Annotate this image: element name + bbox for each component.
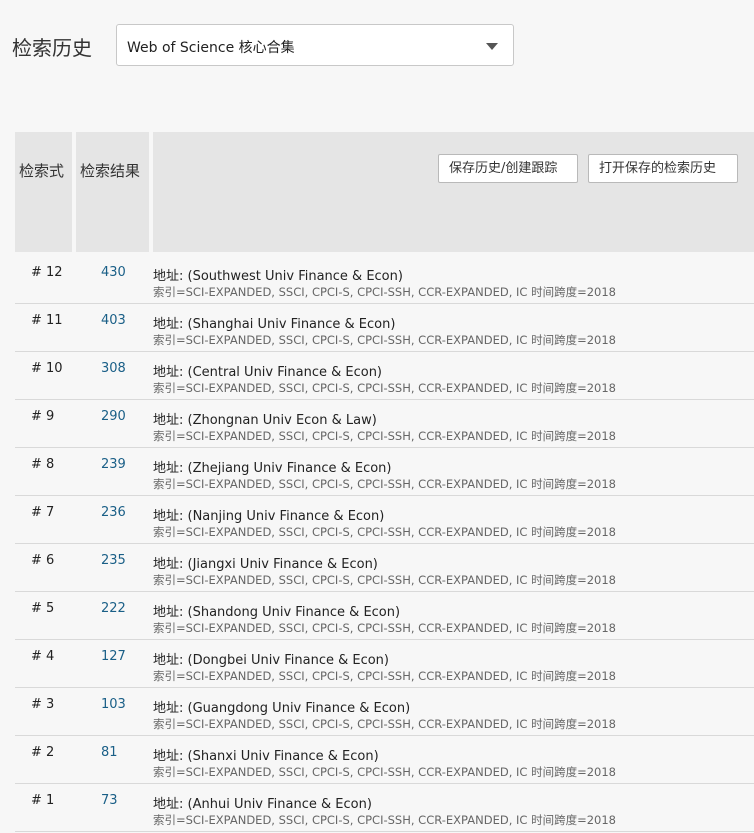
result-count-link[interactable]: 236 [101,505,126,520]
column-header-query-label: 检索式 [19,162,65,180]
search-settings-text: 索引=SCI-EXPANDED, SSCI, CPCI-S, CPCI-SSH,… [153,573,616,587]
history-row: # 3 103 地址: (Guangdong Univ Finance & Econ… [15,688,754,736]
history-row: # 8 239 地址: (Zhejiang Univ Finance & Econ)… [15,448,754,496]
search-settings-text: 索引=SCI-EXPANDED, SSCI, CPCI-S, CPCI-SSH,… [153,285,616,299]
search-query-text: 地址: (Guangdong Univ Finance & Econ) [153,701,411,716]
search-set-number: # 12 [31,265,63,280]
history-row: # 4 127 地址: (Dongbei Univ Finance & Econ) 索… [15,640,754,688]
search-settings-text: 索引=SCI-EXPANDED, SSCI, CPCI-S, CPCI-SSH,… [153,765,616,779]
history-row: # 2 81 地址: (Shanxi Univ Finance & Econ) 索引=… [15,736,754,784]
search-set-number: # 11 [31,313,63,328]
database-select[interactable]: Web of Science 核心合集 [116,24,514,66]
search-query-text: 地址: (Zhongnan Univ Econ & Law) [153,413,377,428]
search-set-number: # 2 [31,745,55,760]
history-row: # 12 430 地址: (Southwest Univ Finance & Eco… [15,256,754,304]
column-header-results: 检索结果 [76,132,149,252]
result-count-link[interactable]: 103 [101,697,126,712]
history-row: # 7 236 地址: (Nanjing Univ Finance & Econ) 索… [15,496,754,544]
search-query-text: 地址: (Shandong Univ Finance & Econ) [153,605,401,620]
search-settings-text: 索引=SCI-EXPANDED, SSCI, CPCI-S, CPCI-SSH,… [153,717,616,731]
result-count-link[interactable]: 403 [101,313,126,328]
search-settings-text: 索引=SCI-EXPANDED, SSCI, CPCI-S, CPCI-SSH,… [153,333,616,347]
save-history-button[interactable]: 保存历史/创建跟踪 [438,154,578,183]
column-header-query: 检索式 [15,132,72,252]
search-set-number: # 1 [31,793,55,808]
search-settings-text: 索引=SCI-EXPANDED, SSCI, CPCI-S, CPCI-SSH,… [153,621,616,635]
history-row: # 11 403 地址: (Shanghai Univ Finance & Econ… [15,304,754,352]
search-set-number: # 8 [31,457,55,472]
result-count-link[interactable]: 222 [101,601,126,616]
result-count-link[interactable]: 73 [101,793,118,808]
result-count-link[interactable]: 308 [101,361,126,376]
search-set-number: # 4 [31,649,55,664]
search-set-number: # 9 [31,409,55,424]
history-row: # 5 222 地址: (Shandong Univ Finance & Econ)… [15,592,754,640]
search-settings-text: 索引=SCI-EXPANDED, SSCI, CPCI-S, CPCI-SSH,… [153,477,616,491]
search-set-number: # 6 [31,553,55,568]
search-query-text: 地址: (Central Univ Finance & Econ) [153,365,383,380]
result-count-link[interactable]: 239 [101,457,126,472]
history-row: # 10 308 地址: (Central Univ Finance & Econ)… [15,352,754,400]
search-settings-text: 索引=SCI-EXPANDED, SSCI, CPCI-S, CPCI-SSH,… [153,429,616,443]
search-settings-text: 索引=SCI-EXPANDED, SSCI, CPCI-S, CPCI-SSH,… [153,381,616,395]
column-header-actions: 保存历史/创建跟踪 打开保存的检索历史 [153,132,754,252]
result-count-link[interactable]: 81 [101,745,118,760]
search-set-number: # 7 [31,505,55,520]
history-row: # 1 73 地址: (Anhui Univ Finance & Econ) 索引=S… [15,784,754,832]
open-saved-history-button[interactable]: 打开保存的检索历史 [588,154,738,183]
search-set-number: # 3 [31,697,55,712]
history-table-header: 检索式 检索结果 保存历史/创建跟踪 打开保存的检索历史 [15,132,754,252]
history-row: # 6 235 地址: (Jiangxi Univ Finance & Econ) 索… [15,544,754,592]
search-query-text: 地址: (Nanjing Univ Finance & Econ) [153,509,385,524]
search-query-text: 地址: (Shanghai Univ Finance & Econ) [153,317,396,332]
result-count-link[interactable]: 235 [101,553,126,568]
database-select-value: Web of Science 核心合集 [127,40,295,56]
result-count-link[interactable]: 430 [101,265,126,280]
search-settings-text: 索引=SCI-EXPANDED, SSCI, CPCI-S, CPCI-SSH,… [153,669,616,683]
search-query-text: 地址: (Jiangxi Univ Finance & Econ) [153,557,378,572]
search-query-text: 地址: (Dongbei Univ Finance & Econ) [153,653,389,668]
history-rows: # 12 430 地址: (Southwest Univ Finance & Eco… [15,256,754,832]
result-count-link[interactable]: 290 [101,409,126,424]
search-query-text: 地址: (Anhui Univ Finance & Econ) [153,797,372,812]
search-query-text: 地址: (Zhejiang Univ Finance & Econ) [153,461,392,476]
search-set-number: # 5 [31,601,55,616]
result-count-link[interactable]: 127 [101,649,126,664]
history-row: # 9 290 地址: (Zhongnan Univ Econ & Law) 索引=S… [15,400,754,448]
search-settings-text: 索引=SCI-EXPANDED, SSCI, CPCI-S, CPCI-SSH,… [153,525,616,539]
column-header-results-label: 检索结果 [80,162,141,180]
search-settings-text: 索引=SCI-EXPANDED, SSCI, CPCI-S, CPCI-SSH,… [153,813,616,827]
search-set-number: # 10 [31,361,63,376]
page-title: 检索历史 [12,36,92,60]
chevron-down-icon [486,43,498,50]
search-query-text: 地址: (Shanxi Univ Finance & Econ) [153,749,379,764]
search-query-text: 地址: (Southwest Univ Finance & Econ) [153,269,403,284]
